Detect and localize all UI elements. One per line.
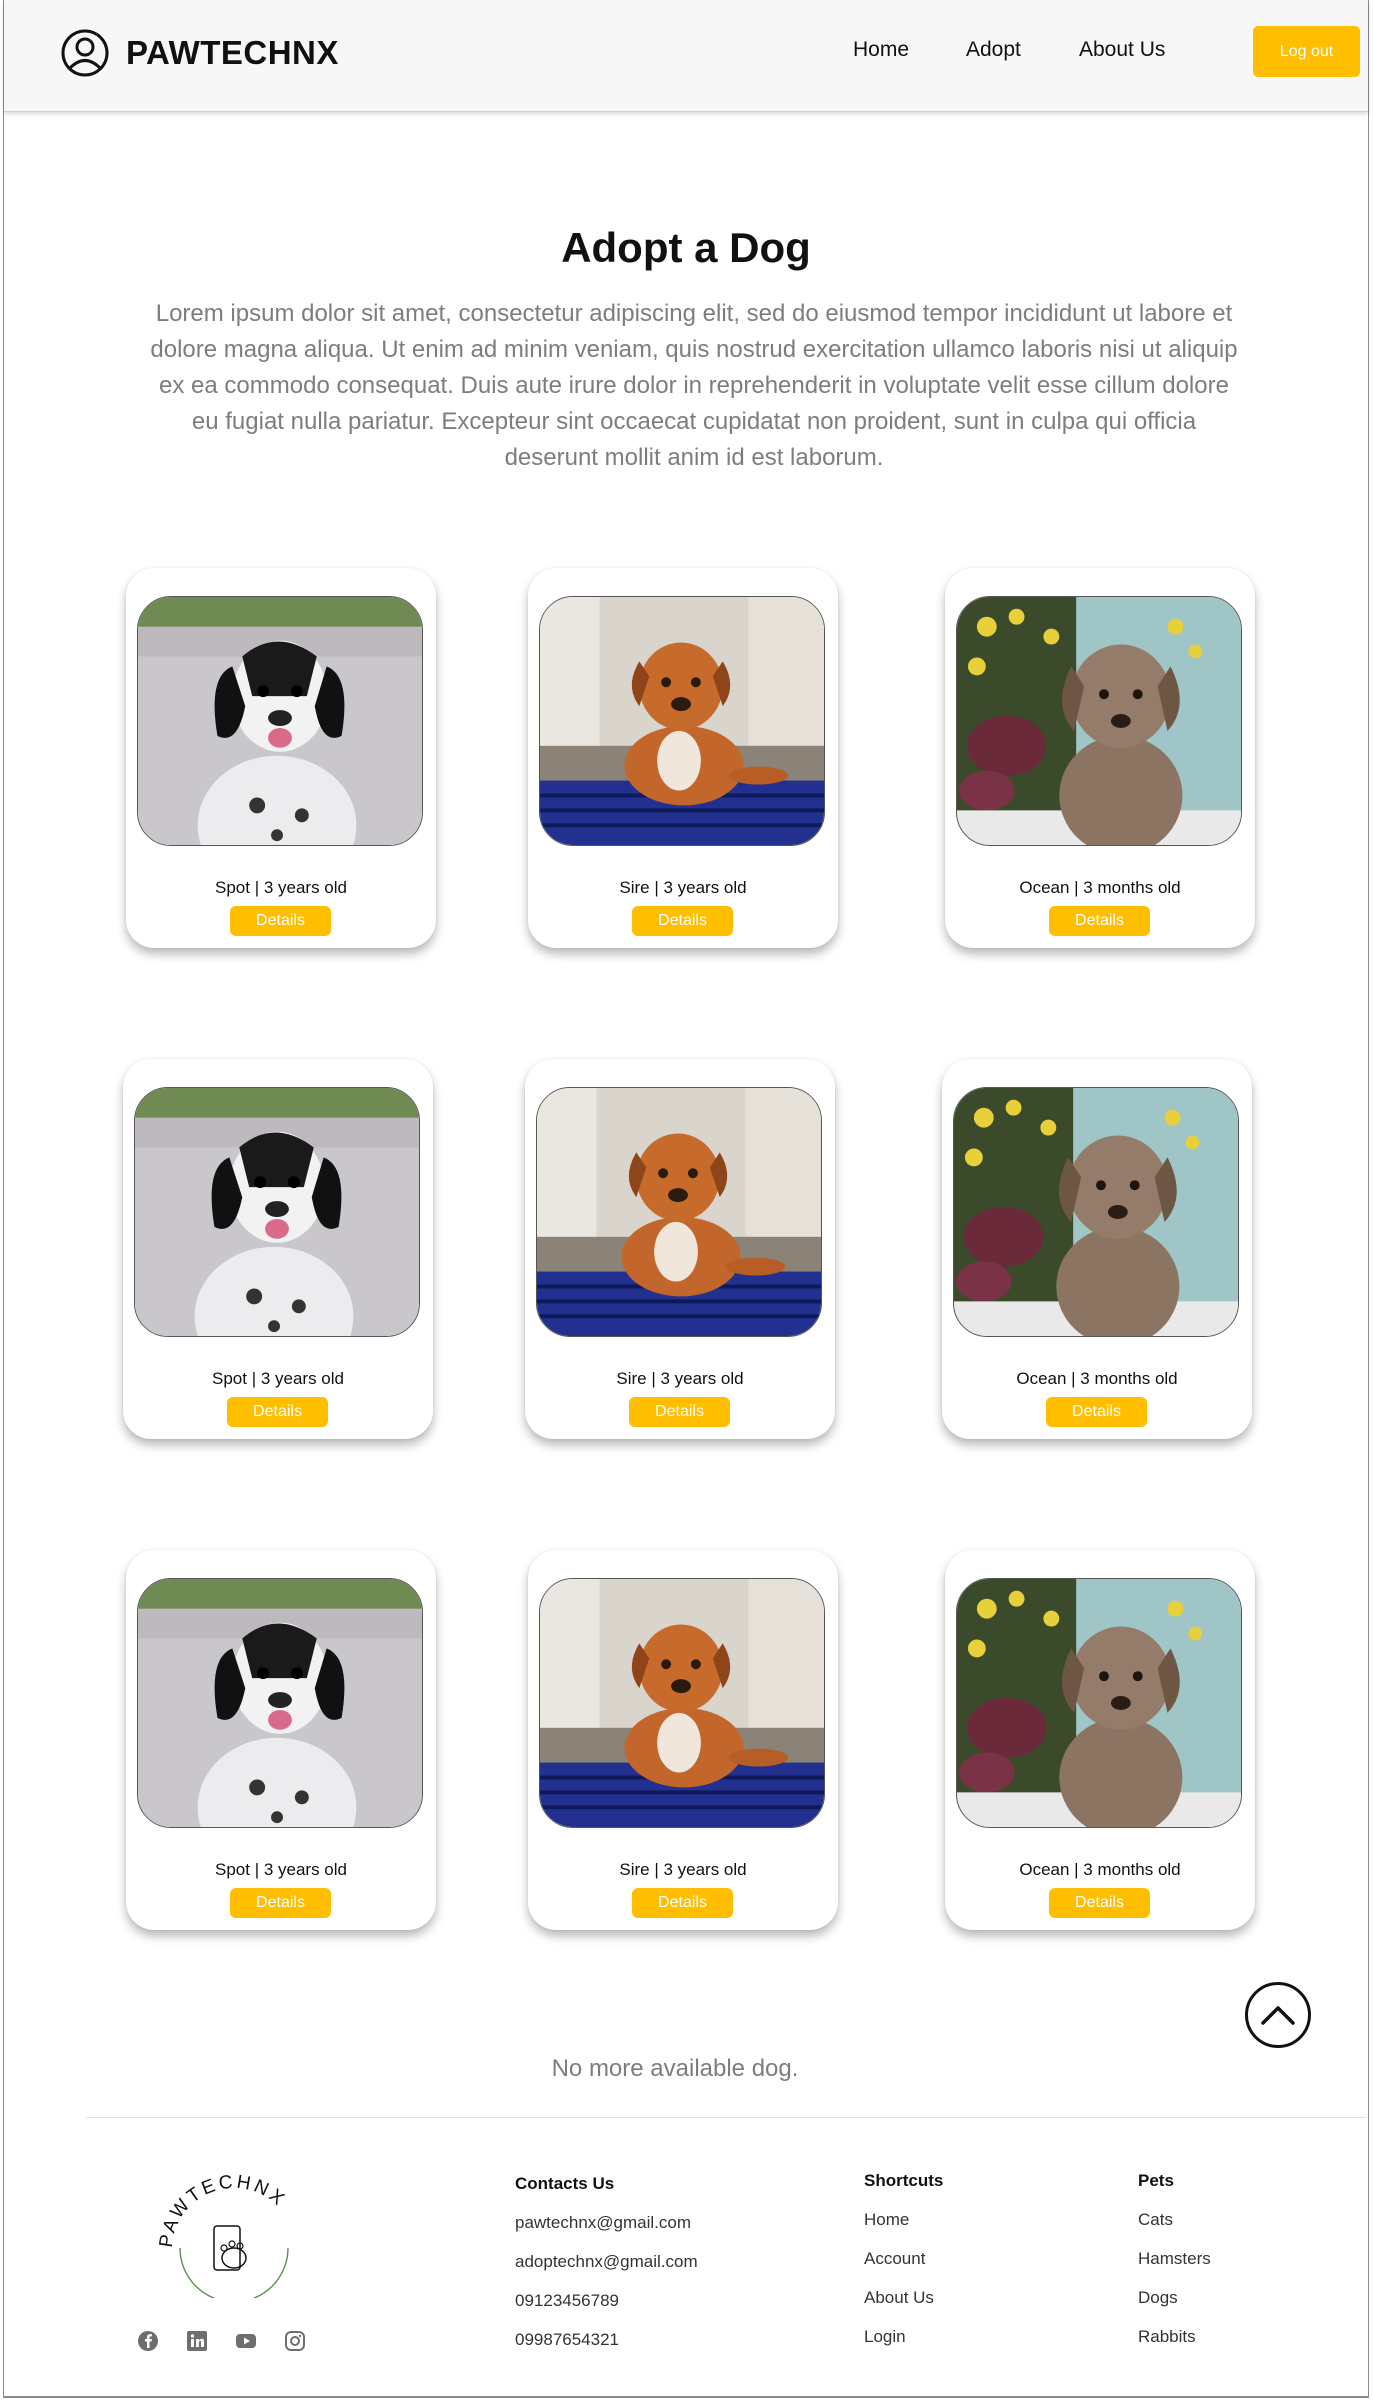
- dog-photo[interactable]: [539, 1578, 825, 1828]
- pets-rabbits-link[interactable]: Rabbits: [1138, 2327, 1196, 2347]
- dog-card: Spot | 3 years old Details: [123, 1059, 433, 1439]
- details-button[interactable]: Details: [632, 906, 733, 936]
- dog-card: Spot | 3 years old Details: [126, 568, 436, 948]
- dog-caption: Sire | 3 years old: [619, 1860, 747, 1879]
- shortcut-about-link[interactable]: About Us: [864, 2288, 934, 2308]
- details-button[interactable]: Details: [1046, 1397, 1147, 1427]
- details-button[interactable]: Details: [1049, 1888, 1150, 1918]
- nav-about-link[interactable]: About Us: [1079, 38, 1165, 62]
- dog-photo[interactable]: [539, 596, 825, 846]
- dog-card: Sire | 3 years old Details: [528, 568, 838, 948]
- youtube-icon[interactable]: [235, 2330, 257, 2352]
- details-button[interactable]: Details: [1049, 906, 1150, 936]
- nav-adopt-link[interactable]: Adopt: [966, 38, 1021, 62]
- svg-text:PAWTECHNX: PAWTECHNX: [156, 2172, 290, 2249]
- shortcut-home-link[interactable]: Home: [864, 2210, 909, 2230]
- footer-logo[interactable]: PAWTECHNX: [154, 2158, 314, 2298]
- no-more-dogs-message: No more available dog.: [551, 2055, 799, 2082]
- dog-caption: Sire | 3 years old: [619, 878, 747, 897]
- dog-caption: Sire | 3 years old: [616, 1369, 744, 1388]
- details-button[interactable]: Details: [629, 1397, 730, 1427]
- contact-email-1[interactable]: pawtechnx@gmail.com: [515, 2213, 691, 2233]
- details-button[interactable]: Details: [230, 906, 331, 936]
- pets-cats-link[interactable]: Cats: [1138, 2210, 1173, 2230]
- dog-caption: Ocean | 3 months old: [1019, 1860, 1181, 1879]
- facebook-icon[interactable]: [137, 2330, 159, 2352]
- top-navbar: PAWTECHNX Home Adopt About Us Log out: [4, 0, 1368, 112]
- nav-home-link[interactable]: Home: [853, 38, 909, 62]
- page-frame: PAWTECHNX Home Adopt About Us Log out Ad…: [3, 0, 1369, 2398]
- linkedin-icon[interactable]: [186, 2330, 208, 2352]
- dog-photo[interactable]: [956, 1578, 1242, 1828]
- dog-card: Sire | 3 years old Details: [525, 1059, 835, 1439]
- shortcut-account-link[interactable]: Account: [864, 2249, 925, 2269]
- contact-email-2[interactable]: adoptechnx@gmail.com: [515, 2252, 698, 2272]
- pets-hamsters-link[interactable]: Hamsters: [1138, 2249, 1211, 2269]
- intro-paragraph: Lorem ipsum dolor sit amet, consectetur …: [150, 300, 1238, 471]
- dog-caption: Spot | 3 years old: [215, 878, 347, 897]
- dog-caption: Ocean | 3 months old: [1019, 878, 1181, 897]
- chevron-up-icon: [1261, 2006, 1295, 2025]
- details-button[interactable]: Details: [227, 1397, 328, 1427]
- dog-card: Sire | 3 years old Details: [528, 1550, 838, 1930]
- dog-photo[interactable]: [134, 1087, 420, 1337]
- dog-photo[interactable]: [536, 1087, 822, 1337]
- dog-caption: Ocean | 3 months old: [1016, 1369, 1178, 1388]
- brand-name: PAWTECHNX: [126, 34, 339, 71]
- logout-button[interactable]: Log out: [1253, 26, 1360, 77]
- contacts-heading: Contacts Us: [515, 2174, 615, 2193]
- instagram-icon[interactable]: [284, 2330, 306, 2352]
- dog-card: Ocean | 3 months old Details: [942, 1059, 1252, 1439]
- dog-photo[interactable]: [137, 1578, 423, 1828]
- pets-dogs-link[interactable]: Dogs: [1138, 2288, 1178, 2308]
- contact-phone-1[interactable]: 09123456789: [515, 2291, 619, 2311]
- dog-card: Ocean | 3 months old Details: [945, 568, 1255, 948]
- dog-caption: Spot | 3 years old: [212, 1369, 344, 1388]
- dog-photo[interactable]: [953, 1087, 1239, 1337]
- dog-card: Spot | 3 years old Details: [126, 1550, 436, 1930]
- dog-caption: Spot | 3 years old: [215, 1860, 347, 1879]
- page-title: Adopt a Dog: [561, 224, 811, 271]
- footer-logo-text: PAWTECHNX: [156, 2172, 287, 2249]
- brand-logo[interactable]: PAWTECHNX: [60, 28, 339, 78]
- scroll-to-top-button[interactable]: [1245, 1982, 1311, 2048]
- details-button[interactable]: Details: [632, 1888, 733, 1918]
- shortcuts-heading: Shortcuts: [864, 2171, 944, 2190]
- contact-phone-2[interactable]: 09987654321: [515, 2330, 619, 2350]
- dog-card: Ocean | 3 months old Details: [945, 1550, 1255, 1930]
- pets-heading: Pets: [1138, 2171, 1174, 2190]
- shortcut-login-link[interactable]: Login: [864, 2327, 906, 2347]
- dog-photo[interactable]: [956, 596, 1242, 846]
- footer-divider: [86, 2117, 1366, 2118]
- details-button[interactable]: Details: [230, 1888, 331, 1918]
- user-profile-icon[interactable]: [60, 28, 110, 78]
- dog-photo[interactable]: [137, 596, 423, 846]
